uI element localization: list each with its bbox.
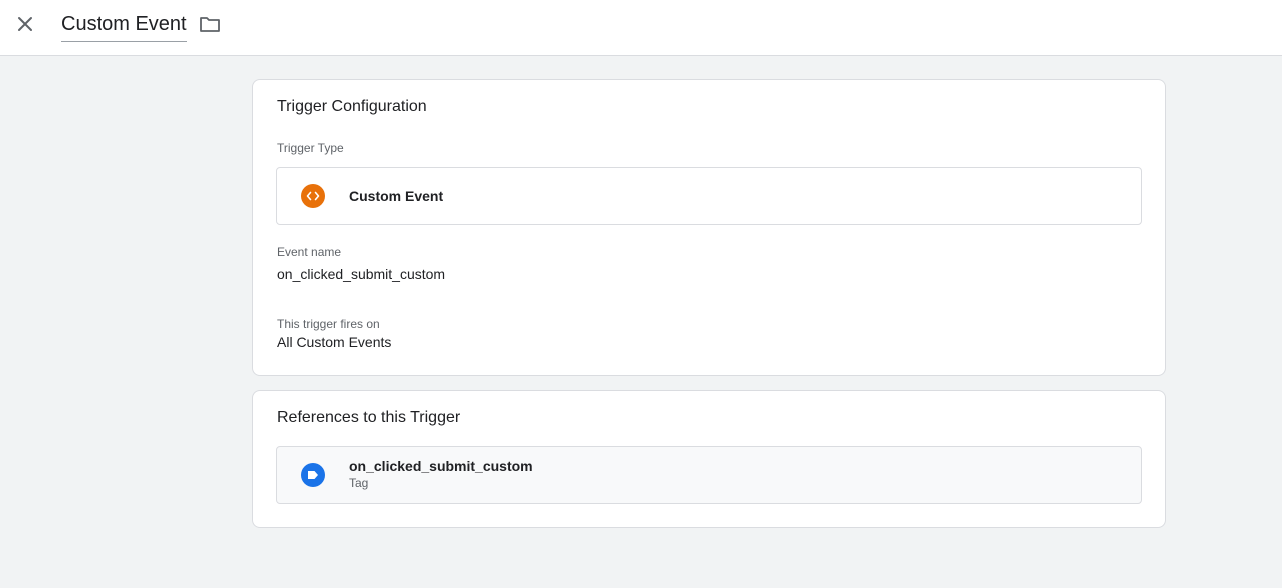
event-name-value: on_clicked_submit_custom (277, 266, 446, 282)
trigger-name-field[interactable]: Custom Event (61, 11, 187, 42)
top-bar: Custom Event (0, 0, 1282, 56)
folder-icon (200, 17, 220, 32)
folder-button[interactable] (199, 13, 221, 35)
event-name-label: Event name (277, 245, 342, 259)
code-brackets-icon (301, 184, 325, 208)
reference-item[interactable]: on_clicked_submit_custom Tag (276, 446, 1142, 504)
reference-name: on_clicked_submit_custom (349, 458, 533, 474)
trigger-title: Custom Event (61, 13, 187, 35)
fires-on-value: All Custom Events (277, 334, 392, 350)
card-title: References to this Trigger (277, 409, 461, 426)
close-button[interactable] (13, 12, 37, 36)
references-card: References to this Trigger on_clicked_su… (252, 390, 1166, 528)
fires-on-label: This trigger fires on (277, 317, 380, 331)
trigger-type-selector[interactable]: Custom Event (276, 167, 1142, 225)
close-icon (18, 17, 32, 31)
trigger-type-label: Trigger Type (277, 141, 344, 155)
card-title: Trigger Configuration (277, 98, 427, 115)
trigger-type-value: Custom Event (349, 188, 444, 204)
tag-icon (301, 463, 325, 487)
reference-type: Tag (349, 476, 369, 490)
trigger-configuration-card[interactable]: Trigger Configuration Trigger Type Custo… (252, 79, 1166, 376)
